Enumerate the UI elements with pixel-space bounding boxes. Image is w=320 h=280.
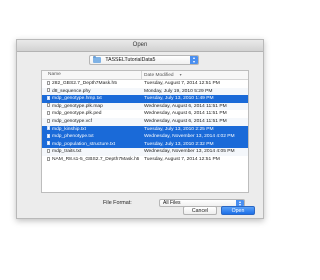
folder-icon: [93, 56, 101, 63]
document-icon: [47, 103, 50, 108]
document-icon: [47, 141, 50, 146]
document-icon: [47, 80, 50, 85]
file-rows: 282_GBS2.7_Depth7Mask.h5 Tuesday, August …: [42, 80, 248, 164]
document-icon: [47, 149, 50, 154]
column-date-header[interactable]: Date Modified ▾: [141, 71, 182, 79]
file-name: mdp_genotype.vcf: [47, 118, 139, 126]
file-row[interactable]: mdp_genotype.plk.map Wednesday, August 6,…: [42, 102, 248, 111]
file-row[interactable]: mdp_genotype.plk.ped Wednesday, August 6,…: [42, 110, 248, 118]
file-date: Tuesday, July 13, 2010 1:49 PM: [144, 96, 214, 102]
file-date: Wednesday, August 6, 2014 11:51 PM: [144, 118, 227, 124]
document-icon: [47, 156, 50, 161]
file-date: Wednesday, August 6, 2014 11:51 PM: [144, 103, 227, 109]
file-date: Tuesday, July 13, 2010 2:25 PM: [144, 126, 214, 132]
open-button[interactable]: Open: [221, 206, 255, 215]
file-name: mdp_traits.txt: [47, 148, 139, 156]
column-header: Name Date Modified ▾: [42, 71, 248, 80]
file-list[interactable]: Name Date Modified ▾ 282_GBS2.7_Depth7Mas…: [41, 70, 249, 193]
column-name-header[interactable]: Name: [48, 71, 61, 79]
file-date: Wednesday, November 13, 2014 4:05 PM: [144, 149, 235, 155]
document-icon: [47, 133, 50, 138]
file-date: Monday, July 19, 2010 5:29 PM: [144, 88, 213, 94]
file-row[interactable]: 282_GBS2.7_Depth7Mask.h5 Tuesday, August …: [42, 80, 248, 88]
cancel-button[interactable]: Cancel: [183, 206, 217, 215]
file-date: Tuesday, July 13, 2010 2:32 PM: [144, 141, 214, 147]
file-date: Wednesday, November 13, 2014 4:02 PM: [144, 134, 235, 140]
file-name: mdp_genotype.hmp.txt: [47, 95, 139, 103]
file-row[interactable]: mdp_genotype.hmp.txt Tuesday, July 13, 20…: [42, 95, 248, 103]
file-date: Tuesday, August 7, 2014 12:51 PM: [144, 81, 220, 86]
open-dialog: Open TASSELTutorialData5 ▴ ▾ Name Date Mo…: [16, 39, 264, 219]
document-icon: [47, 118, 50, 123]
file-format-value: All Files: [163, 200, 181, 206]
document-icon: [47, 95, 50, 100]
file-date: Wednesday, August 6, 2014 11:51 PM: [144, 111, 227, 117]
location-popup[interactable]: TASSELTutorialData5 ▴ ▾: [89, 55, 199, 65]
file-row[interactable]: mdp_phenotype.txt Wednesday, November 13,…: [42, 133, 248, 141]
file-row[interactable]: mdp_genotype.vcf Wednesday, August 6, 201…: [42, 117, 248, 126]
document-icon: [47, 126, 50, 131]
file-row[interactable]: mdp_population_structure.txt Tuesday, Jul…: [42, 140, 248, 149]
file-name: mdp_genotype.plk.ped: [47, 110, 139, 118]
file-name: 282_GBS2.7_Depth7Mask.h5: [47, 80, 139, 88]
file-row[interactable]: d8_sequence.phy Monday, July 19, 2010 5:2…: [42, 87, 248, 96]
file-row[interactable]: mdp_traits.txt Wednesday, November 13, 20…: [42, 148, 248, 156]
file-name: mdp_genotype.plk.map: [47, 103, 139, 111]
location-folder-label: TASSELTutorialData5: [105, 57, 156, 63]
file-format-label: File Format:: [103, 200, 132, 206]
file-name: NAM_R8.s1-5_GBS2.7_Depth7Mask.h5: [47, 156, 139, 164]
window-title: Open: [17, 40, 263, 52]
document-icon: [47, 88, 50, 93]
file-name: mdp_kinship.txt: [47, 126, 139, 134]
file-date: Tuesday, August 7, 2014 12:51 PM: [144, 156, 220, 162]
file-row[interactable]: mdp_kinship.txt Tuesday, July 13, 2010 2:…: [42, 125, 248, 134]
location-row: TASSELTutorialData5 ▴ ▾: [17, 55, 263, 65]
sort-chevron-icon: ▾: [179, 72, 182, 77]
document-icon: [47, 111, 50, 116]
file-name: mdp_phenotype.txt: [47, 133, 139, 141]
file-row[interactable]: NAM_R8.s1-5_GBS2.7_Depth7Mask.h5 Tuesday,…: [42, 156, 248, 164]
file-name: mdp_population_structure.txt: [47, 141, 139, 149]
chevron-updown-icon: ▴ ▾: [190, 56, 198, 64]
file-name: d8_sequence.phy: [47, 88, 139, 96]
